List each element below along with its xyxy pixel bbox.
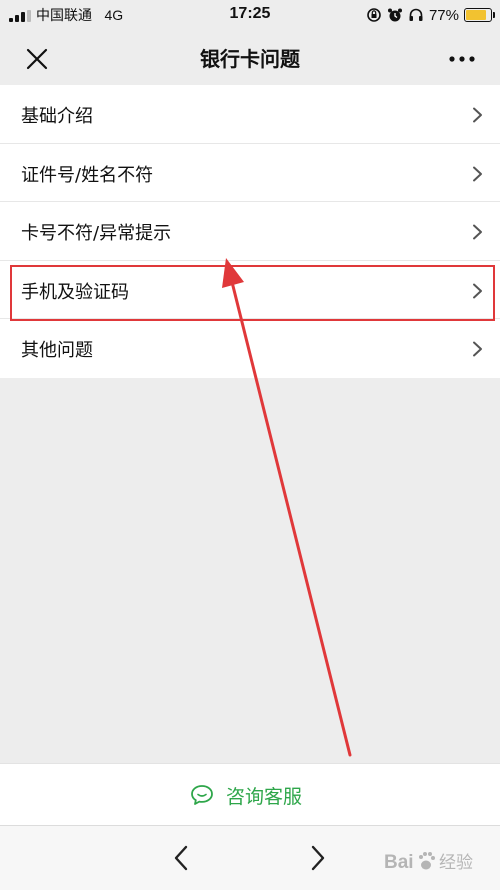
headphones-icon <box>409 8 423 21</box>
nav-bar: 银行卡问题 <box>0 30 500 85</box>
status-icons: 77% <box>366 4 495 26</box>
menu-item-phone-verification[interactable]: 手机及验证码 <box>0 261 500 320</box>
battery-icon <box>464 8 495 22</box>
consult-label: 咨询客服 <box>226 785 303 808</box>
menu-item-label: 卡号不符/异常提示 <box>21 223 172 245</box>
battery-percent: 77% <box>428 6 459 24</box>
chevron-right-icon <box>473 166 482 182</box>
menu-item-card-number-mismatch[interactable]: 卡号不符/异常提示 <box>0 202 500 261</box>
consult-bar: 咨询客服 <box>0 763 500 826</box>
alarm-icon <box>387 8 402 22</box>
menu-item-label: 手机及验证码 <box>21 281 129 303</box>
menu-item-other-issues[interactable]: 其他问题 <box>0 319 500 378</box>
svg-text:Bai: Bai <box>384 852 414 873</box>
status-bar: 中国联通 4G 17:25 77% <box>0 0 500 30</box>
chat-bubble-icon <box>191 785 213 805</box>
more-icon[interactable] <box>444 44 480 74</box>
orientation-lock-icon <box>367 8 381 22</box>
baidu-jingyan-watermark: Bai 经验 <box>384 852 473 873</box>
battery-level <box>466 10 487 20</box>
menu-item-label: 基础介绍 <box>21 106 93 127</box>
chevron-right-icon <box>473 107 482 123</box>
menu-item-label: 其他问题 <box>21 340 93 362</box>
svg-text:经验: 经验 <box>439 853 473 873</box>
browser-toolbar: Bai 经验 <box>0 825 500 890</box>
menu-item-id-name-mismatch[interactable]: 证件号/姓名不符 <box>0 144 500 203</box>
menu-list: 基础介绍 证件号/姓名不符 卡号不符/异常提示 手机及验证码 其他问题 <box>0 85 500 378</box>
chevron-right-icon[interactable] <box>305 844 329 872</box>
chevron-right-icon <box>473 283 482 299</box>
menu-item-basic-intro[interactable]: 基础介绍 <box>0 85 500 144</box>
chevron-left-icon[interactable] <box>170 844 194 872</box>
menu-item-label: 证件号/姓名不符 <box>21 164 154 186</box>
chevron-right-icon <box>473 224 482 240</box>
page-title: 银行卡问题 <box>200 47 300 71</box>
close-icon[interactable] <box>20 42 54 76</box>
consult-customer-service-button[interactable]: 咨询客服 <box>190 778 302 812</box>
chevron-right-icon <box>473 341 482 357</box>
